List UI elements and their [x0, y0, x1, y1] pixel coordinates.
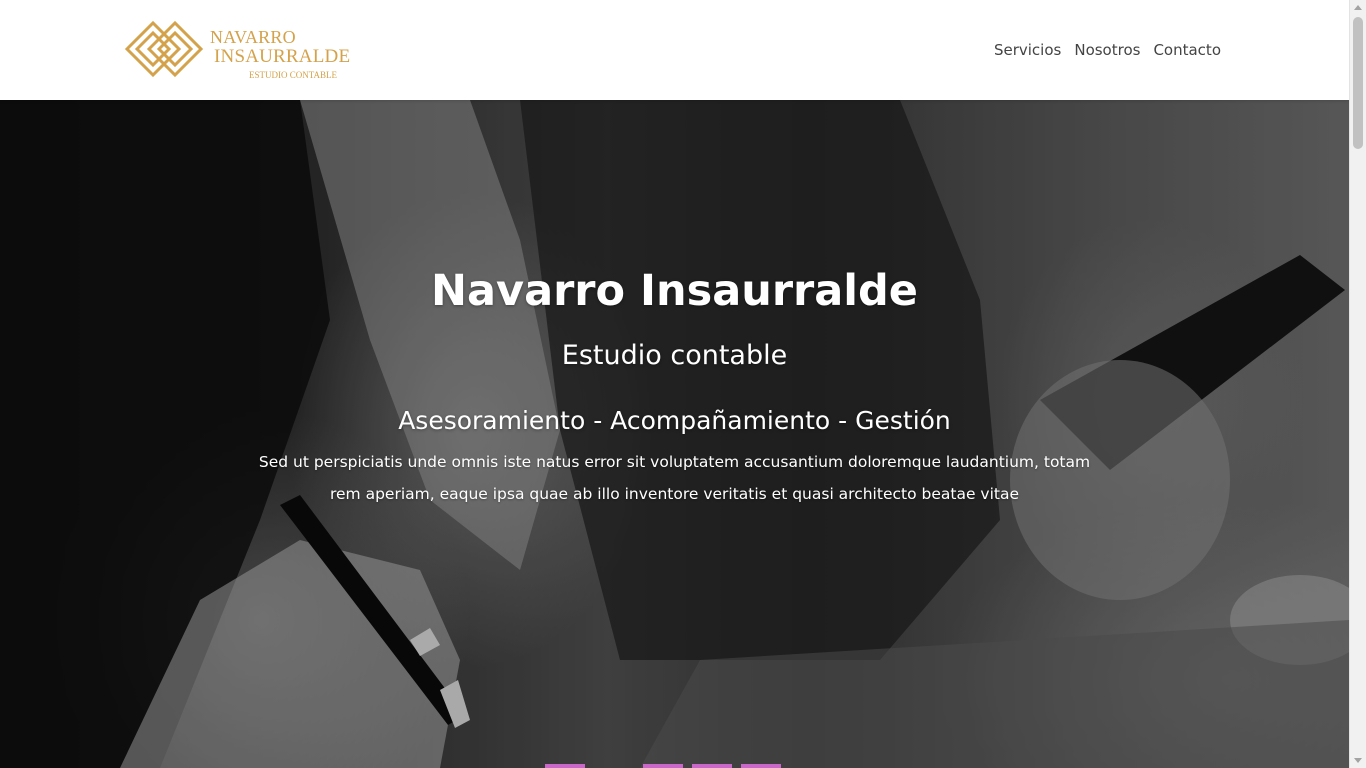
accent-strip [741, 764, 781, 768]
vertical-scrollbar[interactable] [1349, 0, 1366, 768]
main-nav: Servicios Nosotros Contacto [994, 38, 1221, 62]
hero-tagline: Asesoramiento - Acompañamiento - Gestión [398, 406, 951, 435]
bottom-accent-strips [0, 764, 1349, 768]
logo-text-insaurralde: INSAURRALDE [214, 46, 351, 67]
nav-link-contacto[interactable]: Contacto [1153, 38, 1221, 62]
site-header: NAVARRO INSAURRALDE ESTUDIO CONTABLE Ser… [0, 0, 1349, 100]
scrollbar-thumb[interactable] [1353, 17, 1363, 149]
scroll-down-arrow-icon[interactable] [1354, 758, 1362, 763]
logo-text-navarro: NAVARRO [210, 27, 296, 47]
hero-section: Navarro Insaurralde Estudio contable Ase… [0, 100, 1349, 768]
nav-link-nosotros[interactable]: Nosotros [1074, 38, 1140, 62]
hero-subtitle: Estudio contable [561, 340, 788, 371]
scroll-up-arrow-icon[interactable] [1354, 5, 1362, 10]
page: NAVARRO INSAURRALDE ESTUDIO CONTABLE Ser… [0, 0, 1349, 768]
interlocking-diamonds-logo-icon [124, 20, 204, 78]
accent-strip [692, 764, 732, 768]
logo-text-estudio-contable: ESTUDIO CONTABLE [249, 70, 338, 80]
accent-strip [643, 764, 683, 768]
logo-link[interactable]: NAVARRO INSAURRALDE ESTUDIO CONTABLE [123, 17, 350, 83]
hero-title: Navarro Insaurralde [431, 266, 918, 316]
nav-link-servicios[interactable]: Servicios [994, 38, 1061, 62]
hero-description: Sed ut perspiciatis unde omnis iste natu… [258, 453, 1091, 503]
accent-strip [545, 764, 585, 768]
